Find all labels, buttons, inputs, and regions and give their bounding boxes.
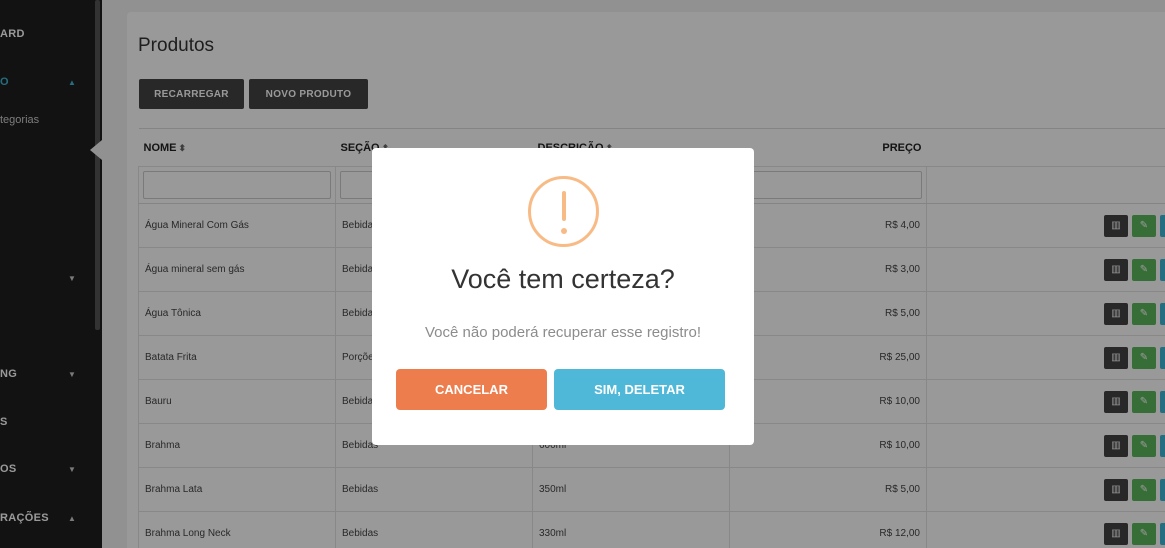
modal-message: Você não poderá recuperar esse registro!: [425, 324, 701, 341]
modal-title: Você tem certeza?: [451, 264, 675, 294]
confirm-delete-button[interactable]: SIM, DELETAR: [554, 369, 725, 410]
warning-icon: [528, 176, 599, 247]
confirm-delete-modal: Você tem certeza? Você não poderá recupe…: [372, 148, 754, 445]
cancel-button[interactable]: CANCELAR: [396, 369, 547, 410]
